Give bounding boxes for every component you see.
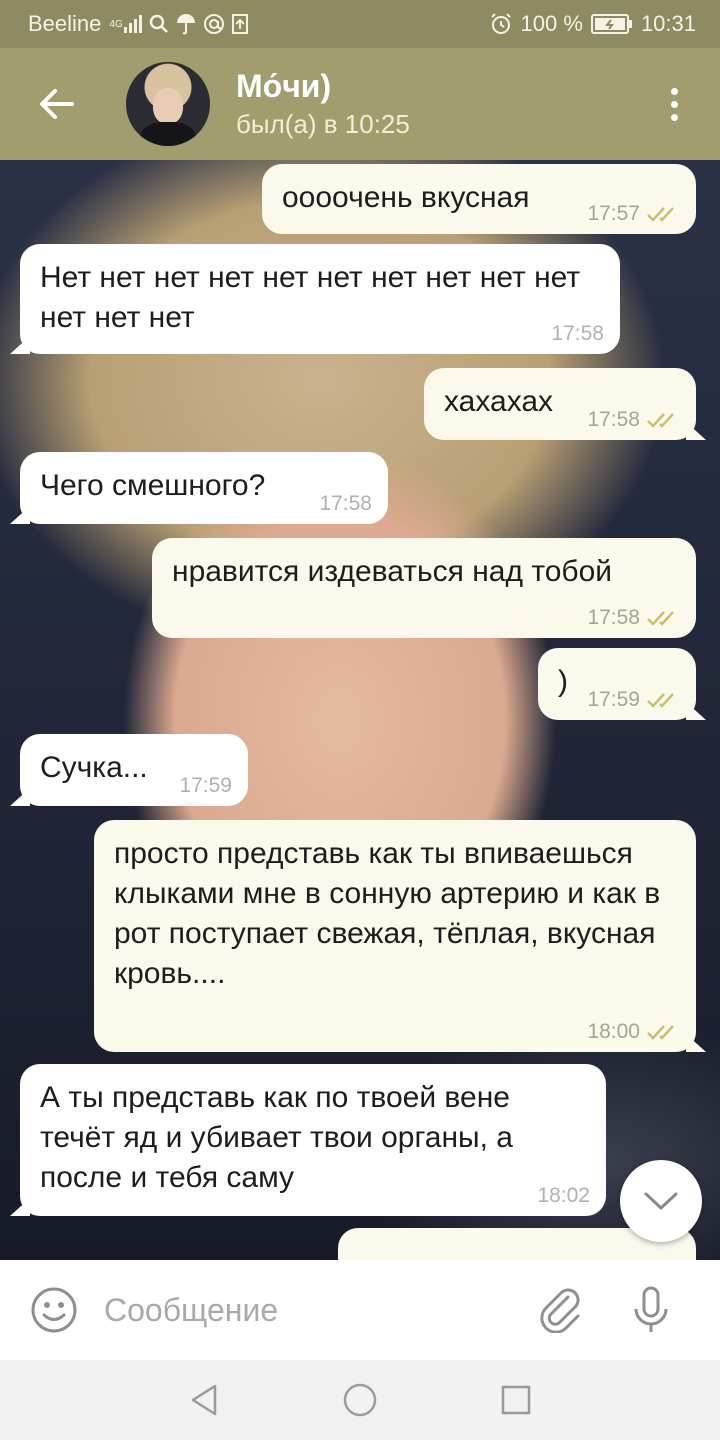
message-text: Чего смешного?	[40, 469, 266, 502]
message-composer	[0, 1260, 720, 1360]
avatar[interactable]	[126, 62, 210, 146]
chevron-down-icon	[644, 1192, 678, 1210]
back-button[interactable]	[26, 74, 86, 134]
nav-home-button[interactable]	[340, 1380, 380, 1420]
search-icon	[149, 14, 169, 34]
double-check-icon	[647, 207, 674, 222]
message-outgoing[interactable]: просто представь как ты впиваешься клыка…	[94, 820, 706, 1052]
message-meta: 17:57	[587, 202, 680, 226]
contact-name: Мо́чи)	[236, 68, 332, 104]
avatar-body	[140, 122, 196, 146]
contact-status: был(а) в 10:25	[236, 109, 410, 139]
message-text: просто представь как ты впиваешься клыка…	[114, 837, 661, 990]
square-recents-icon	[501, 1385, 531, 1415]
message-time: 18:00	[587, 1020, 640, 1043]
nav-recents-button[interactable]	[496, 1380, 536, 1420]
message-time: 17:58	[319, 492, 372, 515]
attach-button[interactable]	[534, 1283, 588, 1337]
microphone-button[interactable]	[624, 1283, 678, 1337]
message-time: 17:59	[179, 774, 232, 797]
message-time: 17:58	[587, 408, 640, 431]
message-time: 17:58	[551, 322, 604, 345]
network-type-label: 4G	[109, 18, 123, 30]
triangle-back-icon	[191, 1384, 217, 1416]
chat-header: Мо́чи) был(а) в 10:25	[0, 48, 720, 160]
message-time: 18:02	[537, 1184, 590, 1207]
message-input[interactable]	[104, 1291, 524, 1329]
message-meta: 17:58	[587, 408, 680, 432]
message-meta: 17:58	[587, 606, 680, 630]
battery-percent: 100 %	[520, 11, 583, 36]
clock: 10:31	[640, 11, 696, 36]
message-incoming[interactable]: А ты представь как по твоей вене течёт я…	[10, 1064, 606, 1216]
at-sign-icon	[203, 13, 225, 35]
message-meta: 17:58	[319, 492, 372, 516]
message-time: 17:59	[587, 688, 640, 711]
message-text: оооочень вкусная	[282, 181, 530, 214]
circle-home-icon	[343, 1383, 377, 1417]
double-check-icon	[647, 413, 674, 428]
message-text: Сучка...	[40, 751, 148, 784]
upload-icon	[231, 13, 249, 35]
message-meta: 18:00	[587, 1020, 680, 1044]
message-meta: 18:02	[537, 1184, 590, 1208]
paperclip-icon	[540, 1288, 580, 1333]
avatar-face	[153, 88, 183, 124]
message-text: А ты представь как по твоей вене течёт я…	[40, 1081, 513, 1194]
scroll-down-button[interactable]	[620, 1160, 702, 1242]
message-outgoing[interactable]: ) 17:59	[538, 648, 706, 720]
message-incoming[interactable]: Сучка... 17:59	[10, 734, 248, 806]
double-check-icon	[647, 611, 674, 626]
message-meta: 17:58	[551, 322, 604, 346]
message-time: 17:58	[587, 606, 640, 629]
alarm-icon	[489, 12, 513, 36]
message-meta: 17:59	[587, 688, 680, 712]
message-text: хахахах	[444, 385, 554, 418]
message-outgoing[interactable]: оооочень вкусная 17:57	[262, 164, 696, 234]
message-incoming[interactable]: Чего смешного? 17:58	[10, 452, 388, 524]
nav-back-button[interactable]	[184, 1380, 224, 1420]
smiley-icon	[31, 1287, 77, 1333]
message-time: 17:57	[587, 202, 640, 225]
message-text: нравится издеваться над тобой	[172, 555, 613, 588]
more-options-button[interactable]	[662, 74, 686, 134]
carrier-label: Beeline	[28, 11, 102, 36]
arrow-left-icon	[40, 89, 74, 119]
message-incoming[interactable]: Нет нет нет нет нет нет нет нет нет нет …	[10, 244, 620, 354]
double-check-icon	[647, 1025, 674, 1040]
navigation-bar	[0, 1360, 720, 1440]
more-vert-icon	[670, 87, 678, 95]
contact-info[interactable]: Мо́чи) был(а) в 10:25	[236, 68, 410, 140]
umbrella-icon	[175, 13, 197, 35]
message-outgoing[interactable]: хахахах 17:58	[424, 368, 706, 440]
message-text: )	[558, 665, 568, 698]
microphone-icon	[634, 1286, 668, 1332]
chat-area[interactable]: оооочень вкусная 17:57 Нет нет нет нет н…	[0, 160, 720, 1260]
emoji-button[interactable]	[28, 1284, 80, 1336]
message-meta: 17:59	[179, 774, 232, 798]
message-outgoing[interactable]: нравится издеваться над тобой 17:58	[152, 538, 696, 638]
signal-icon: 4G	[107, 15, 142, 33]
status-bar: Beeline 4G 100 % 10:31	[0, 0, 720, 48]
message-text: Нет нет нет нет нет нет нет нет нет нет …	[40, 261, 581, 334]
double-check-icon	[647, 693, 674, 708]
battery-icon	[590, 13, 633, 35]
